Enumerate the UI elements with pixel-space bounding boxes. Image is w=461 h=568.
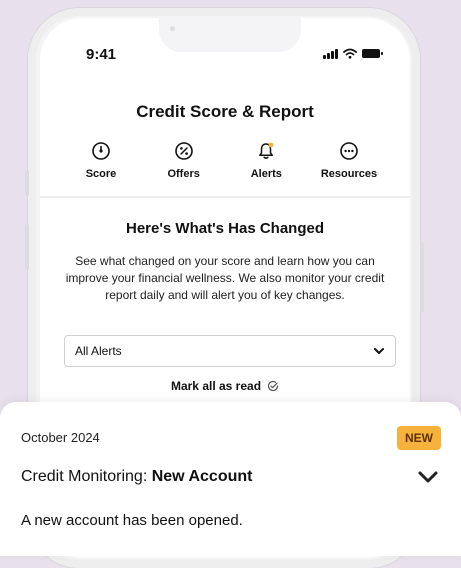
tab-label: Offers [167,168,200,180]
alerts-filter-select[interactable]: All Alerts [64,335,396,367]
tab-label: Alerts [250,168,282,180]
section-title: Here's What's Has Changed [125,220,325,237]
notch [159,18,301,52]
bell-icon [255,140,277,162]
speedometer-icon [90,140,112,162]
tab-resources[interactable]: Resources [308,140,390,180]
alert-title-prefix: Credit Monitoring: [21,468,152,485]
percent-icon [173,140,195,162]
tab-label: Score [85,168,117,180]
alert-date: October 2024 [21,430,100,445]
phone-side-button [25,170,29,196]
phone-side-button [25,224,29,270]
tab-score[interactable]: Score [60,140,142,180]
camera-dot [170,26,175,31]
tab-bar: Score Offers Alerts Resources [60,140,390,180]
signal-icon [323,48,338,59]
chevron-down-icon[interactable] [417,468,439,486]
chevron-down-icon [374,348,384,354]
phone-side-button [420,242,424,312]
alert-dot [268,142,274,148]
tab-alerts[interactable]: Alerts [225,140,307,180]
tab-label: Resources [320,168,378,180]
alert-description: A new account has been opened. [21,512,243,529]
select-value: All Alerts [75,344,122,358]
alert-card[interactable]: October 2024 NEW Credit Monitoring: New … [0,402,461,556]
status-icons [323,48,383,59]
status-time: 9:41 [86,46,117,63]
new-badge: NEW [397,426,441,450]
alert-title: Credit Monitoring: New Account [21,468,252,486]
page-title: Credit Score & Report [136,102,314,121]
section-description: See what changed on your score and learn… [65,254,385,302]
divider [40,196,410,198]
tab-offers[interactable]: Offers [143,140,225,180]
alert-title-bold: New Account [151,468,253,485]
more-icon [338,140,360,162]
mark-all-read[interactable]: Mark all as read [40,379,410,393]
mark-all-read-label: Mark all as read [170,379,262,393]
battery-icon [362,49,383,58]
wifi-icon [343,48,357,59]
check-circle-icon [267,381,279,392]
